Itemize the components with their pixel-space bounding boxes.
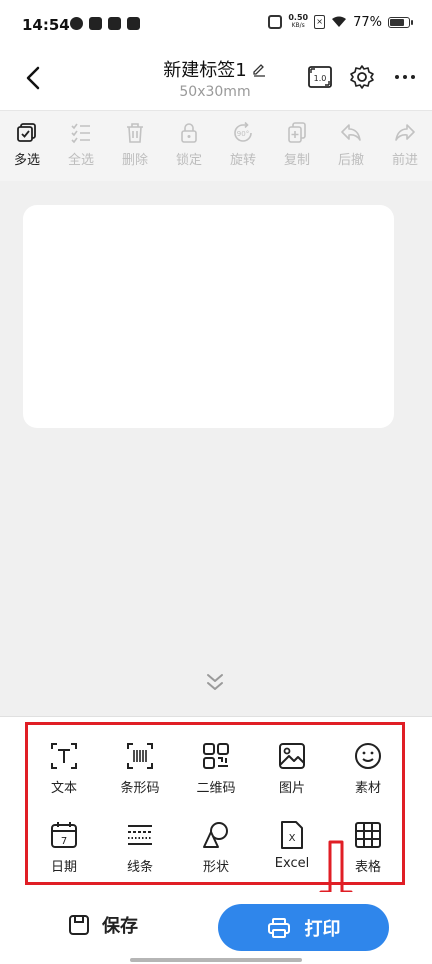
bottom-bar: 保存 打印 — [0, 892, 432, 964]
calendar-icon: 7 — [51, 822, 77, 848]
edit-icon[interactable] — [251, 61, 267, 77]
more-icon[interactable] — [392, 64, 418, 90]
element-panel: 文本 条形码 二维码 图片 素材 7 日期 线条 形状 X Excel 表格 — [0, 716, 432, 893]
vibrate-icon — [268, 15, 283, 29]
lines-icon — [128, 825, 152, 845]
no-sim-icon: × — [314, 15, 326, 29]
back-icon[interactable] — [20, 64, 48, 92]
emoji-icon — [355, 743, 381, 769]
element-label: 文本 — [50, 781, 77, 796]
multi-select-icon — [17, 123, 36, 142]
toolbar-label: 复制 — [283, 153, 310, 168]
excel-badge: X — [289, 833, 296, 844]
toolbar-copy[interactable]: 复制 — [270, 121, 324, 168]
sync-icon — [70, 17, 83, 30]
element-label: 条形码 — [120, 781, 160, 796]
net-speed: 0.50 KB/s — [288, 14, 308, 30]
calendar-badge: 7 — [61, 836, 67, 847]
print-label: 打印 — [304, 918, 341, 940]
copy-icon — [288, 122, 306, 143]
battery-percent: 77% — [353, 14, 382, 30]
element-lines[interactable]: 线条 — [110, 820, 170, 875]
toolbar-label: 全选 — [67, 153, 94, 168]
toolbar-label: 前进 — [391, 153, 418, 168]
element-label: 素材 — [354, 781, 381, 796]
element-label: 日期 — [50, 860, 77, 875]
settings-icon[interactable] — [349, 64, 375, 90]
element-excel[interactable]: X Excel — [262, 820, 322, 871]
label-size: 50x30mm — [179, 84, 251, 100]
notification-icons — [70, 17, 140, 30]
element-text[interactable]: 文本 — [34, 741, 94, 796]
element-label: Excel — [274, 856, 310, 871]
excel-icon: X — [281, 821, 303, 849]
save-icon — [69, 915, 89, 935]
app-header: 新建标签1 50x30mm 1.0 — [0, 52, 432, 110]
toolbar-label: 删除 — [121, 153, 148, 168]
battery-icon — [388, 16, 413, 28]
save-button[interactable]: 保存 — [68, 912, 138, 938]
zoom-ratio-icon[interactable]: 1.0 — [307, 64, 333, 90]
element-label: 形状 — [202, 860, 229, 875]
mail-icon — [108, 17, 121, 30]
table-icon — [355, 822, 381, 848]
rotate-badge: 90° — [237, 130, 249, 138]
title-block: 新建标签1 50x30mm — [120, 56, 310, 100]
edit-toolbar: 多选 全选 删除 锁定 90° 旋转 复制 后撤 前进 — [0, 110, 432, 181]
toolbar-undo[interactable]: 后撤 — [324, 121, 378, 168]
delete-icon — [127, 123, 143, 143]
toolbar-rotate[interactable]: 90° 旋转 — [216, 121, 270, 168]
toolbar-lock[interactable]: 锁定 — [162, 121, 216, 168]
qrcode-icon — [203, 743, 229, 769]
chevron-down-icon[interactable] — [202, 671, 228, 693]
element-label: 图片 — [278, 781, 305, 796]
element-barcode[interactable]: 条形码 — [110, 741, 170, 796]
zoom-ratio-text: 1.0 — [314, 74, 327, 83]
status-time: 14:54 — [22, 16, 70, 34]
shapes-icon — [203, 822, 228, 848]
barcode-icon — [127, 743, 153, 769]
tiktok-icon — [127, 17, 140, 30]
toolbar-label: 旋转 — [229, 153, 256, 168]
element-label: 二维码 — [196, 781, 236, 796]
canvas-area — [0, 181, 432, 716]
toolbar-label: 多选 — [13, 153, 40, 168]
net-speed-unit: KB/s — [291, 22, 305, 29]
rotate-icon: 90° — [234, 121, 252, 142]
status-bar: 14:54 0.50 KB/s × 77% — [0, 0, 432, 52]
print-button[interactable]: 打印 — [218, 904, 389, 951]
toolbar-multi-select[interactable]: 多选 — [0, 121, 54, 168]
text-icon — [51, 743, 77, 769]
crown-icon — [89, 17, 102, 30]
label-canvas[interactable] — [23, 205, 394, 428]
save-label: 保存 — [102, 916, 138, 937]
page-title[interactable]: 新建标签1 — [163, 56, 246, 82]
toolbar-select-all[interactable]: 全选 — [54, 121, 108, 168]
redo-icon — [395, 124, 415, 141]
toolbar-delete[interactable]: 删除 — [108, 121, 162, 168]
printer-icon — [267, 917, 290, 938]
lock-icon — [181, 123, 197, 143]
toolbar-label: 后撤 — [337, 153, 364, 168]
status-right: 0.50 KB/s × 77% — [268, 14, 413, 30]
element-shapes[interactable]: 形状 — [186, 820, 246, 875]
element-qrcode[interactable]: 二维码 — [186, 741, 246, 796]
toolbar-redo[interactable]: 前进 — [378, 121, 432, 168]
image-icon — [279, 743, 305, 769]
element-image[interactable]: 图片 — [262, 741, 322, 796]
undo-icon — [341, 124, 361, 141]
wifi-icon — [332, 16, 347, 27]
toolbar-label: 锁定 — [175, 153, 202, 168]
element-material[interactable]: 素材 — [338, 741, 398, 796]
element-date[interactable]: 7 日期 — [34, 820, 94, 875]
net-speed-value: 0.50 — [288, 13, 309, 22]
select-all-icon — [71, 123, 90, 144]
element-label: 线条 — [126, 860, 153, 875]
home-indicator[interactable] — [130, 958, 302, 962]
